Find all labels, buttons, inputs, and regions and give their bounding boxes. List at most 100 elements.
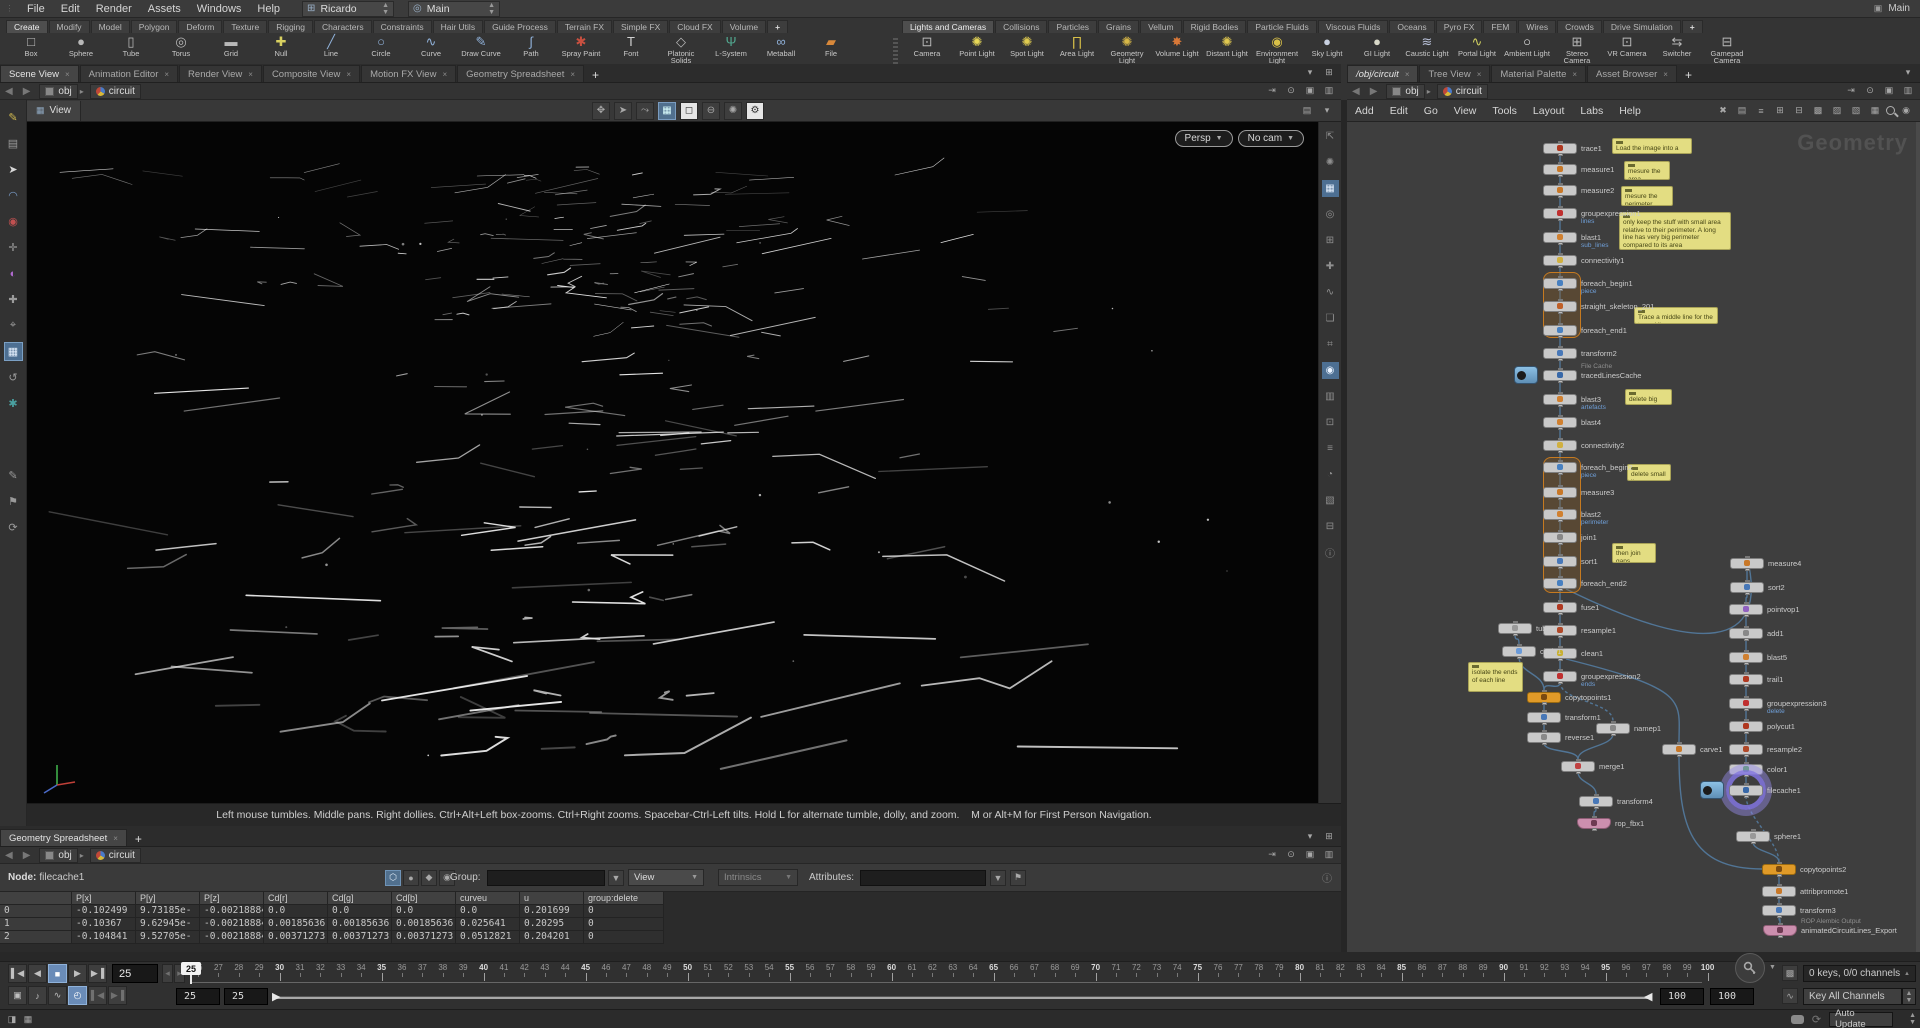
menu-help[interactable]: Help (249, 0, 288, 18)
node-copytopoints1[interactable] (1527, 689, 1561, 705)
pane-menu-icon[interactable]: ▾ (1319, 103, 1335, 119)
tree-icon[interactable]: ▤ (1734, 103, 1750, 119)
node-transform2[interactable] (1543, 345, 1577, 361)
shelf-tab-lights-and-cameras[interactable]: Lights and Cameras (902, 20, 995, 33)
follow-selection-icon[interactable]: ⊙ (1862, 82, 1878, 98)
breadcrumb-node[interactable]: circuit (1436, 83, 1488, 99)
node-groupexpression1[interactable] (1543, 205, 1577, 221)
display-options-icon[interactable]: ▣ (1302, 846, 1318, 862)
close-icon[interactable]: × (570, 70, 575, 79)
node-straight_skeleton_201[interactable] (1543, 298, 1577, 314)
shelf-tool-metaball[interactable]: ∞ Metaball (756, 33, 806, 64)
forward-icon[interactable]: ▶ (18, 850, 36, 861)
view-dropdown[interactable]: View ▼ (628, 869, 704, 886)
shelf-tool-caustic-light[interactable]: ≋ Caustic Light (1402, 33, 1452, 64)
shelf-tab-crowds[interactable]: Crowds (1557, 20, 1602, 33)
close-icon[interactable]: × (113, 834, 118, 843)
node-pointvop1[interactable] (1729, 601, 1763, 617)
sticky-note[interactable]: delete small lines (1627, 464, 1671, 481)
shelf-tool-draw-curve[interactable]: ✎ Draw Curve (456, 33, 506, 64)
pin-inputs-icon[interactable]: ⇥ (1843, 82, 1859, 98)
menu-file[interactable]: File (19, 0, 53, 18)
playhead[interactable]: 25 (181, 962, 201, 984)
shelf-tab-particles[interactable]: Particles (1048, 20, 1098, 33)
node-groupexpression3[interactable] (1729, 695, 1763, 711)
key-options-icon[interactable]: ▼ (1769, 964, 1776, 971)
shelf-tool-switcher[interactable]: ⇆ Switcher (1652, 33, 1702, 64)
close-icon[interactable]: × (1663, 70, 1668, 79)
pane-list-icon[interactable]: ▤ (1299, 103, 1315, 119)
shelf-tool-volume-light[interactable]: ✸ Volume Light (1152, 33, 1202, 64)
lasso-select-icon[interactable]: ⤳ (636, 101, 654, 120)
node-measure4[interactable] (1730, 555, 1764, 571)
color-palette-icon[interactable]: ▩ (1810, 103, 1826, 119)
playback-start-field[interactable]: 25 (224, 988, 268, 1005)
pane-tab-scene-view[interactable]: Scene View × (0, 65, 79, 82)
forward-icon[interactable]: ▶ (18, 86, 36, 97)
shelf-tab-oceans[interactable]: Oceans (1389, 20, 1435, 33)
display-settings-icon[interactable]: ⚙ (746, 101, 764, 120)
key-all-channels-dropdown[interactable]: Key All Channels (1803, 988, 1902, 1005)
shelf-tab-collisions[interactable]: Collisions (995, 20, 1048, 33)
shelf-tab-volume[interactable]: Volume (721, 20, 767, 33)
snap-tool-icon[interactable]: ⌖ (4, 316, 23, 335)
sticky-note[interactable]: mesure the perimeter (1621, 186, 1673, 206)
shelf-tool-tube[interactable]: ▯ Tube (106, 33, 156, 64)
node-rop_fbx1[interactable] (1577, 815, 1611, 831)
pane-tab-obj-circuit[interactable]: /obj/circuit × (1347, 65, 1419, 82)
layout-icon[interactable]: ▥ (1321, 846, 1337, 862)
range-end-button[interactable]: ▶▐ (108, 986, 127, 1005)
primitives-mode-icon[interactable]: ◆ (421, 869, 437, 886)
viewport-option-3-icon[interactable]: ◎ (1322, 206, 1339, 223)
network-menu-tools[interactable]: Tools (1484, 102, 1525, 120)
search-icon[interactable] (1886, 106, 1895, 115)
points-mode-icon[interactable]: ⬡ (385, 869, 401, 886)
shelf-tool-stereo-camera[interactable]: ⊞ Stereo Camera (1552, 33, 1602, 64)
quickmark-icon[interactable]: ▧ (1848, 103, 1864, 119)
node-trail1[interactable] (1729, 671, 1763, 687)
node-foreach_end2[interactable] (1543, 575, 1577, 591)
node-add1[interactable] (1729, 625, 1763, 641)
split-pane-icon[interactable]: ⊞ (1321, 828, 1337, 844)
network-menu-labs[interactable]: Labs (1572, 102, 1611, 120)
visibility-icon[interactable]: ◉ (1898, 103, 1914, 119)
shelf-tool-gamepad-camera[interactable]: ⊟ Gamepad Camera (1702, 33, 1752, 64)
pane-tab-geometry-spreadsheet[interactable]: Geometry Spreadsheet × (0, 829, 127, 846)
spinner-icon[interactable]: ▲ ▼ (488, 2, 495, 16)
forward-icon[interactable]: ▶ (1365, 86, 1383, 97)
range-slider-left-handle[interactable]: ▶ (272, 990, 280, 1004)
shelf-tab-rigging[interactable]: Rigging (268, 20, 314, 33)
projection-menu[interactable]: Persp ▼ (1174, 130, 1233, 147)
viewport-option-10-icon[interactable]: ▥ (1322, 388, 1339, 405)
breadcrumb-root[interactable]: obj (1386, 83, 1425, 99)
shelf-tab-hair-utils[interactable]: Hair Utils (432, 20, 484, 33)
breadcrumb-root[interactable]: obj (39, 847, 78, 863)
node-tracedLinesCache[interactable] (1543, 367, 1577, 383)
edit-tool-icon[interactable]: ✚ (4, 290, 23, 309)
shelf-tab-create[interactable]: Create (6, 20, 48, 33)
intrinsics-dropdown[interactable]: Intrinsics ▼ (718, 869, 798, 886)
shelf-tool-vr-camera[interactable]: ⊡ VR Camera (1602, 33, 1652, 64)
node-circle1[interactable] (1502, 643, 1536, 659)
sticky-note[interactable]: then join gaps (1612, 543, 1656, 563)
shelf-tool-line[interactable]: ╱ Line (306, 33, 356, 64)
close-icon[interactable]: × (164, 70, 169, 79)
node-connectivity1[interactable] (1543, 252, 1577, 268)
close-icon[interactable]: × (1477, 70, 1482, 79)
shelf-tool-curve[interactable]: ∿ Curve (406, 33, 456, 64)
node-fuse1[interactable] (1543, 599, 1577, 615)
info-icon[interactable]: ⓘ (1322, 544, 1339, 561)
menu-assets[interactable]: Assets (140, 0, 189, 18)
shelf-tab-wires[interactable]: Wires (1518, 20, 1557, 33)
display-options-icon[interactable]: ▣ (1881, 82, 1897, 98)
shelf-tab-cloud-fx[interactable]: Cloud FX (669, 20, 721, 33)
network-menu-edit[interactable]: Edit (1382, 102, 1416, 120)
pin-inputs-icon[interactable]: ⇥ (1264, 846, 1280, 862)
foreach-block[interactable] (1543, 457, 1581, 593)
menu-windows[interactable]: Windows (189, 0, 250, 18)
node-filecache1[interactable] (1729, 782, 1763, 798)
layout-options-icon[interactable]: ▤ (4, 134, 23, 153)
split-pane-icon[interactable]: ⊞ (1321, 64, 1337, 80)
new-pane-tab-button[interactable]: + (128, 832, 149, 846)
shelf-tool-grid[interactable]: ▬ Grid (206, 33, 256, 64)
